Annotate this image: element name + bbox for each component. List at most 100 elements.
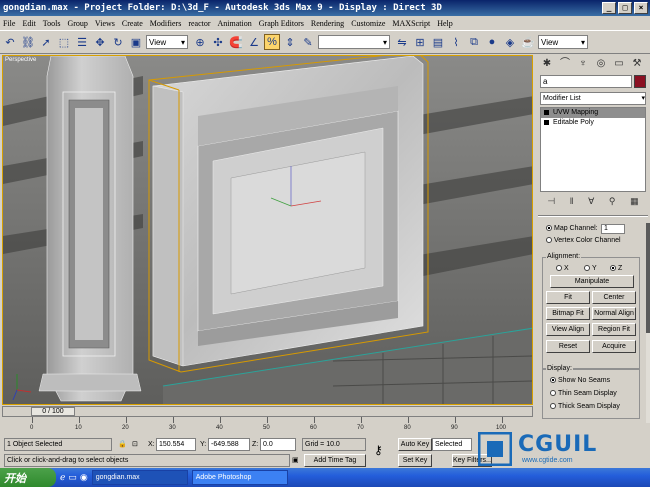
key-mode-icon[interactable]: ⚷ [374, 444, 383, 457]
schematic-view-icon[interactable]: ⧉ [466, 34, 482, 50]
make-unique-icon[interactable]: ∀ [588, 196, 594, 210]
thick-seam-radio[interactable] [550, 403, 556, 410]
modifier-list-dropdown[interactable]: Modifier List ▾ [540, 92, 646, 105]
utilities-tab-icon[interactable]: ⚒ [630, 57, 644, 71]
show-no-seams-option[interactable]: Show No Seams [550, 377, 610, 384]
render-setup-icon[interactable]: ◈ [502, 34, 518, 50]
track-bar[interactable]: 0 10 20 30 40 50 60 70 80 90 100 [2, 417, 533, 435]
axis-x-option[interactable]: X [556, 265, 569, 272]
time-slider-thumb[interactable]: 0 / 100 [31, 407, 75, 416]
fit-button[interactable]: Fit [546, 291, 590, 304]
menu-customize[interactable]: Customize [351, 19, 385, 28]
menu-create[interactable]: Create [122, 19, 143, 28]
select-by-name-icon[interactable]: ☰ [74, 34, 90, 50]
menu-views[interactable]: Views [95, 19, 115, 28]
add-time-tag-button[interactable]: Add Time Tag [304, 454, 366, 467]
start-button[interactable]: 开始 [0, 468, 56, 487]
select-manipulate-icon[interactable]: ✣ [210, 34, 226, 50]
menu-file[interactable]: File [3, 19, 15, 28]
select-region-icon[interactable]: ⬚ [56, 34, 72, 50]
mirror-icon[interactable]: ⇋ [394, 34, 410, 50]
menu-reactor[interactable]: reactor [188, 19, 210, 28]
select-object-icon[interactable]: ➚ [38, 34, 54, 50]
configure-sets-icon[interactable]: ▦ [630, 196, 639, 210]
desktop-icon[interactable]: ▭ [68, 472, 77, 483]
acquire-button[interactable]: Acquire [592, 340, 636, 353]
axis-y-radio[interactable] [584, 265, 590, 272]
select-scale-icon[interactable]: ▣ [128, 34, 144, 50]
curve-editor-icon[interactable]: ⌇ [448, 34, 464, 50]
time-slider[interactable]: 0 / 100 [2, 406, 533, 417]
menu-modifiers[interactable]: Modifiers [150, 19, 182, 28]
axis-y-option[interactable]: Y [584, 265, 597, 272]
menu-group[interactable]: Group [67, 19, 87, 28]
reset-button[interactable]: Reset [546, 340, 590, 353]
normal-align-button[interactable]: Normal Align [592, 307, 636, 320]
spinner-snap-icon[interactable]: ⇕ [282, 34, 298, 50]
motion-tab-icon[interactable]: ◎ [594, 57, 608, 71]
map-channel-radio[interactable] [546, 225, 552, 232]
close-button[interactable]: × [634, 2, 648, 14]
thin-seam-radio[interactable] [550, 390, 556, 397]
named-selection-dropdown[interactable]: ▾ [318, 35, 390, 49]
percent-snap-icon[interactable]: % [264, 34, 280, 50]
absolute-mode-icon[interactable]: ⊡ [132, 438, 138, 451]
vertex-color-radio[interactable] [546, 237, 552, 244]
command-panel-scrollbar[interactable] [646, 223, 650, 423]
reference-coordinate-dropdown[interactable]: View ▾ [146, 35, 188, 49]
center-button[interactable]: Center [592, 291, 636, 304]
media-icon[interactable]: ◉ [80, 472, 88, 483]
pin-stack-icon[interactable]: ⊣ [547, 196, 555, 210]
material-editor-icon[interactable]: ● [484, 34, 500, 50]
object-name-field[interactable]: a [540, 75, 632, 88]
region-fit-button[interactable]: Region Fit [592, 323, 636, 336]
axis-z-option[interactable]: Z [610, 265, 622, 272]
maximize-button[interactable]: □ [618, 2, 632, 14]
named-selection-icon[interactable]: ✎ [300, 34, 316, 50]
ie-icon[interactable]: ℯ [60, 472, 65, 483]
pivot-center-icon[interactable]: ⊕ [192, 34, 208, 50]
menu-animation[interactable]: Animation [218, 19, 252, 28]
snap-toggle-icon[interactable]: 🧲 [228, 34, 244, 50]
quick-render-icon[interactable]: ☕ [520, 34, 536, 50]
task-photoshop[interactable]: Adobe Photoshop [191, 470, 288, 485]
menu-maxscript[interactable]: MAXScript [392, 19, 430, 28]
key-selection-dropdown[interactable]: Selected [432, 438, 472, 451]
auto-key-button[interactable]: Auto Key [398, 438, 432, 451]
axis-x-radio[interactable] [556, 265, 562, 272]
view-align-button[interactable]: View Align [546, 323, 590, 336]
set-key-button[interactable]: Set Key [398, 454, 432, 467]
display-tab-icon[interactable]: ▭ [612, 57, 626, 71]
align-icon[interactable]: ⊞ [412, 34, 428, 50]
stack-item-editable-poly[interactable]: Editable Poly [541, 118, 645, 128]
map-channel-option[interactable]: Map Channel: [546, 225, 598, 232]
map-channel-spinner[interactable]: 1 [601, 224, 625, 234]
menu-graph-editors[interactable]: Graph Editors [259, 19, 304, 28]
thin-seam-option[interactable]: Thin Seam Display [550, 390, 617, 397]
menu-help[interactable]: Help [437, 19, 453, 28]
y-coord-field[interactable]: -649.588 [208, 438, 250, 451]
layer-manager-icon[interactable]: ▤ [430, 34, 446, 50]
angle-snap-icon[interactable]: ∠ [246, 34, 262, 50]
axis-z-radio[interactable] [610, 265, 616, 272]
menu-edit[interactable]: Edit [22, 19, 35, 28]
add-time-tag-icon[interactable]: ▣ [292, 454, 299, 467]
select-move-icon[interactable]: ✥ [92, 34, 108, 50]
menu-tools[interactable]: Tools [43, 19, 61, 28]
x-coord-field[interactable]: 150.554 [156, 438, 196, 451]
show-no-seams-radio[interactable] [550, 377, 556, 384]
lock-selection-icon[interactable]: 🔒 [118, 438, 127, 451]
select-link-icon[interactable]: ⛓ [20, 34, 36, 50]
thick-seam-option[interactable]: Thick Seam Display [550, 403, 620, 410]
manipulate-button[interactable]: Manipulate [550, 275, 634, 288]
perspective-viewport[interactable]: Perspective [2, 55, 533, 405]
render-type-dropdown[interactable]: View ▾ [538, 35, 588, 49]
viewport-label[interactable]: Perspective [5, 57, 36, 63]
object-color-swatch[interactable] [634, 75, 646, 88]
show-end-result-icon[interactable]: ‖ [570, 196, 574, 210]
task-3dsmax[interactable]: gongdian.max [91, 470, 188, 485]
hierarchy-tab-icon[interactable]: ♆ [576, 57, 590, 71]
bitmap-fit-button[interactable]: Bitmap Fit [546, 307, 590, 320]
z-coord-field[interactable]: 0.0 [260, 438, 296, 451]
modify-tab-icon[interactable]: ⌒ [558, 57, 572, 71]
